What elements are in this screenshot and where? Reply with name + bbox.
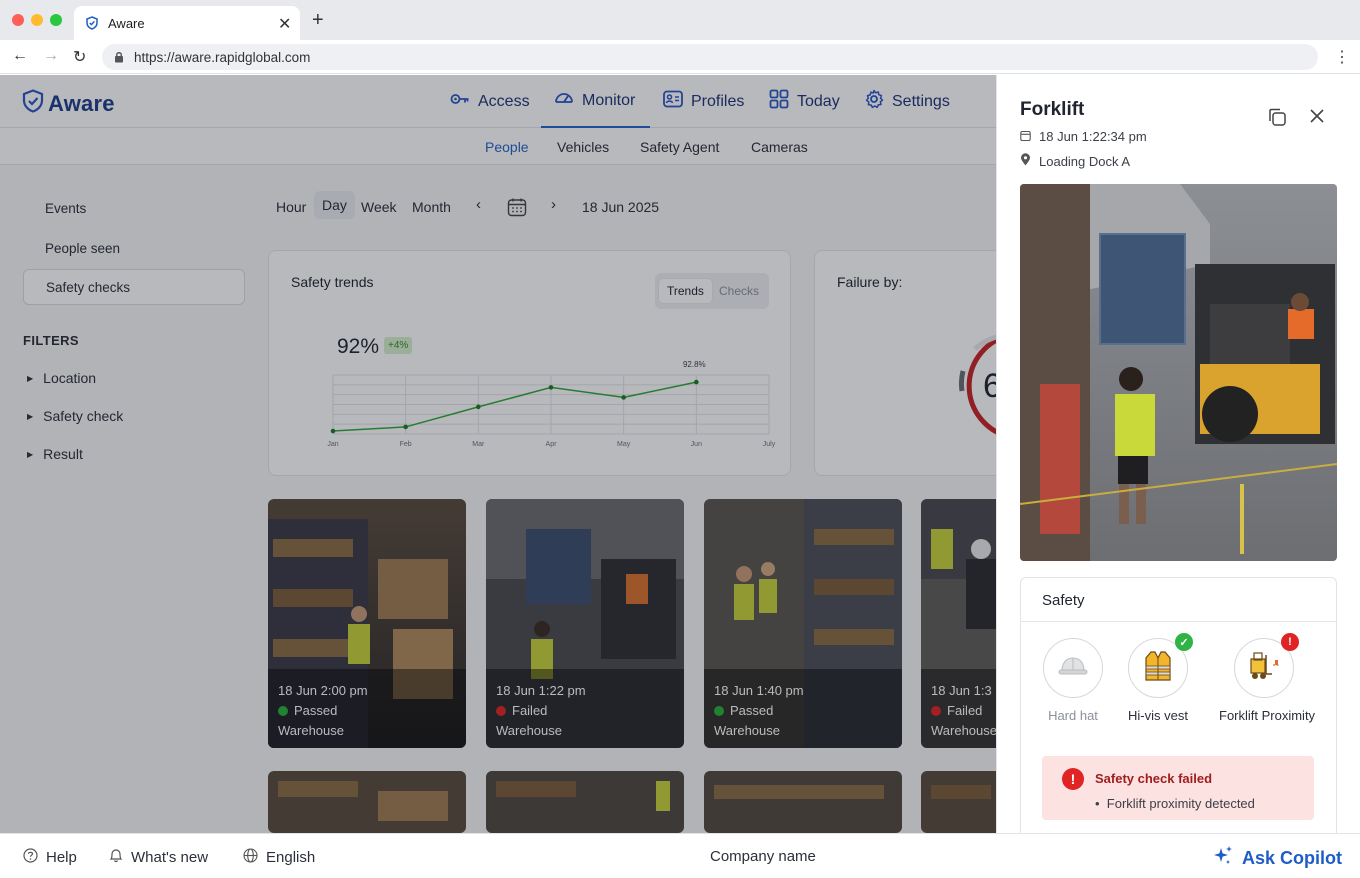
hi-vis-vest-icon [1143,650,1173,687]
event-photo[interactable] [1020,184,1337,561]
tab-close-icon[interactable]: ✕ [278,14,291,34]
window-close-button[interactable] [12,14,24,26]
browser-addressbar: ← → ↻ https://aware.rapidglobal.com ⋮ [0,40,1360,74]
lock-icon [114,50,124,68]
alert-item: • Forklift proximity detected [1095,796,1255,811]
location-pin-icon [1020,153,1031,169]
window-minimize-button[interactable] [31,14,43,26]
copy-icon[interactable] [1267,107,1287,132]
safety-failed-alert: ! Safety check failed • Forklift proximi… [1042,756,1314,820]
forklift-icon [1247,651,1281,686]
whats-new-link[interactable]: What's new [109,848,208,867]
panel-title: Forklift [1020,99,1085,120]
forklift-loading-dock-image [1020,184,1337,561]
calendar-small-icon [1020,129,1031,144]
panel-datetime-text: 18 Jun 1:22:34 pm [1039,129,1147,144]
check-forklift-proximity[interactable]: ! Forklift Proximity [1219,633,1316,723]
safety-card-header: Safety [1021,578,1336,622]
browser-menu-icon[interactable]: ⋮ [1334,47,1350,67]
alert-item-text: Forklift proximity detected [1106,796,1255,811]
language-selector[interactable]: English [243,848,315,867]
help-icon [23,848,38,867]
back-icon[interactable]: ← [12,47,28,65]
event-detail-panel: Forklift 18 Jun 1:22:34 pm Loading Dock … [996,75,1360,847]
company-name: Company name [710,848,816,865]
globe-icon [243,848,258,867]
bell-icon [109,848,123,867]
hard-hat-badge [1043,638,1103,698]
safety-card: Safety Hard hat ✓ Hi-vis vest ! Forklift… [1020,577,1337,847]
modal-backdrop[interactable] [0,75,996,833]
panel-location: Loading Dock A [1020,153,1130,169]
check-fail-icon: ! [1281,633,1299,651]
hard-hat-icon [1057,655,1089,682]
panel-datetime: 18 Jun 1:22:34 pm [1020,129,1147,144]
close-icon[interactable] [1309,108,1325,129]
browser-tabbar: Aware ✕ + [0,0,1360,40]
help-link[interactable]: Help [23,848,77,867]
check-hard-hat[interactable]: Hard hat [1028,638,1118,723]
forward-icon[interactable]: → [43,47,59,65]
whats-new-label: What's new [131,849,209,866]
shield-icon [85,16,99,35]
tab-title: Aware [108,16,145,31]
sparkle-icon [1212,845,1234,872]
hi-vis-badge: ✓ [1128,633,1193,698]
browser-tab[interactable]: Aware ✕ [74,6,300,40]
check-forklift-proximity-label: Forklift Proximity [1219,708,1316,723]
check-pass-icon: ✓ [1175,633,1193,651]
help-label: Help [46,849,77,866]
panel-location-text: Loading Dock A [1039,153,1131,169]
footer-bar: Help What's new English Company name Ask… [0,833,1360,878]
ask-copilot-label: Ask Copilot [1242,848,1343,868]
reload-icon[interactable]: ↻ [73,47,86,67]
forklift-proximity-badge: ! [1234,633,1299,698]
ask-copilot-button[interactable]: Ask Copilot [1212,845,1342,872]
window-maximize-button[interactable] [50,14,62,26]
url-bar[interactable]: https://aware.rapidglobal.com [102,44,1318,70]
check-hi-vis-vest-label: Hi-vis vest [1128,708,1188,723]
alert-title: Safety check failed [1095,771,1213,786]
safety-card-title: Safety [1042,592,1085,609]
new-tab-button[interactable]: + [312,9,324,32]
language-label: English [266,849,316,866]
check-hard-hat-label: Hard hat [1048,708,1098,723]
alert-icon: ! [1062,768,1084,790]
check-hi-vis-vest[interactable]: ✓ Hi-vis vest [1113,633,1203,723]
url-text: https://aware.rapidglobal.com [134,50,311,65]
